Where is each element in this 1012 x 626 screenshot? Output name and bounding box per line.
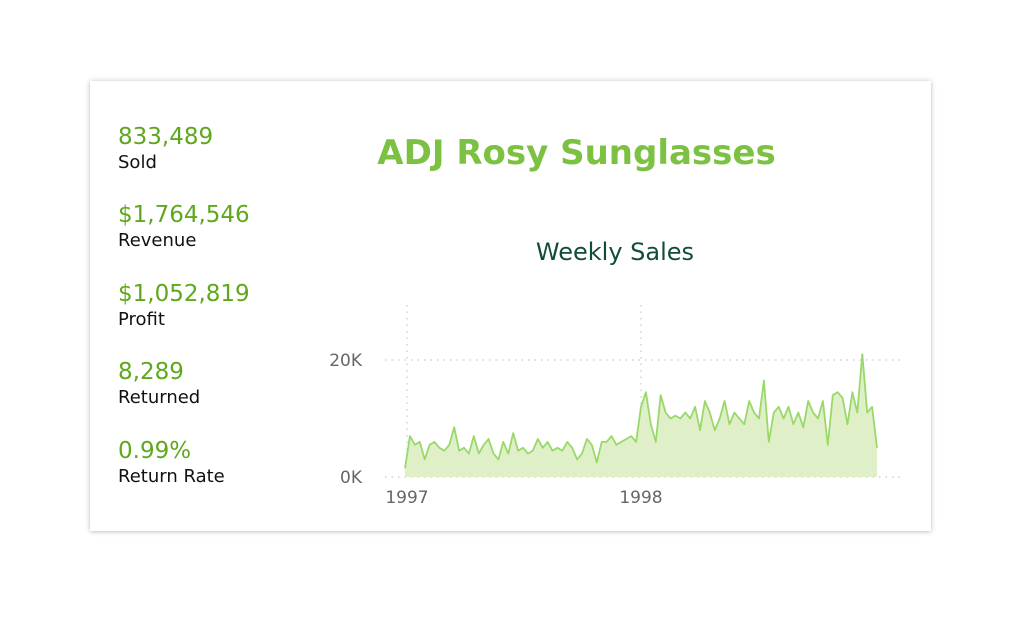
x-tick-label: 1998: [619, 488, 662, 508]
y-tick-label: 0K: [340, 468, 363, 488]
weekly-sales-chart: 20K 0K 1997 1998: [329, 305, 900, 508]
y-tick-label: 20K: [329, 351, 363, 371]
kpi-profit: $1,052,819 Profit: [118, 280, 250, 332]
kpi-label: Returned: [118, 387, 201, 408]
kpi-value: 0.99%: [118, 438, 192, 464]
product-title: ADJ Rosy Sunglasses: [377, 133, 776, 173]
kpi-label: Return Rate: [118, 466, 225, 487]
dashboard-card: 833,489 Sold $1,764,546 Revenue $1,052,8…: [90, 81, 931, 531]
kpi-label: Profit: [118, 309, 165, 330]
kpi-value: $1,052,819: [118, 281, 250, 307]
kpi-label: Sold: [118, 152, 157, 173]
kpi-sold: 833,489 Sold: [118, 123, 213, 175]
kpi-value: 8,289: [118, 359, 184, 385]
kpi-return-rate: 0.99% Return Rate: [118, 437, 225, 489]
kpi-label: Revenue: [118, 230, 197, 251]
kpi-value: 833,489: [118, 124, 214, 150]
x-tick-label: 1997: [385, 488, 428, 508]
kpi-returned: 8,289 Returned: [118, 358, 200, 410]
chart-title: Weekly Sales: [535, 238, 695, 266]
kpi-revenue: $1,764,546 Revenue: [118, 201, 250, 253]
kpi-value: $1,764,546: [118, 202, 250, 228]
